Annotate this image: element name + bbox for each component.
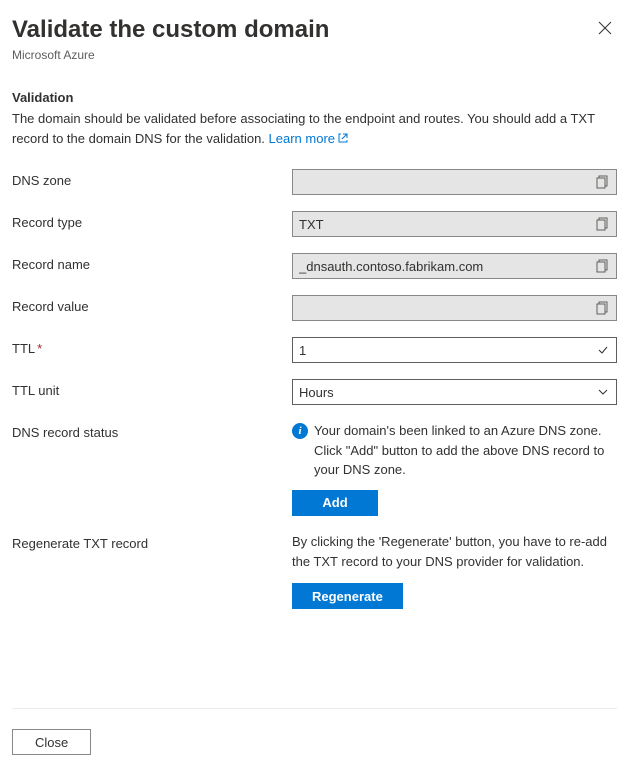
value-record-type: TXT [299, 217, 594, 232]
panel-header: Validate the custom domain [12, 16, 617, 44]
field-record-name: _dnsauth.contoso.fabrikam.com [292, 253, 617, 279]
row-ttl: TTL* 1 [12, 337, 617, 363]
panel-title: Validate the custom domain [12, 16, 329, 44]
row-dns-zone: DNS zone [12, 169, 617, 195]
field-ttl-unit[interactable]: Hours [292, 379, 617, 405]
row-record-type: Record type TXT [12, 211, 617, 237]
value-record-name: _dnsauth.contoso.fabrikam.com [299, 259, 594, 274]
value-ttl-unit: Hours [299, 385, 596, 400]
label-ttl: TTL* [12, 337, 292, 356]
label-ttl-text: TTL [12, 341, 35, 356]
row-regenerate: Regenerate TXT record By clicking the 'R… [12, 532, 617, 610]
learn-more-link[interactable]: Learn more [269, 131, 335, 146]
info-icon: i [292, 423, 308, 439]
field-ttl[interactable]: 1 [292, 337, 617, 363]
copy-icon[interactable] [594, 258, 610, 274]
regenerate-message: By clicking the 'Regenerate' button, you… [292, 532, 617, 574]
label-record-type: Record type [12, 211, 292, 230]
external-link-icon [337, 130, 349, 150]
row-record-name: Record name _dnsauth.contoso.fabrikam.co… [12, 253, 617, 279]
field-record-value [292, 295, 617, 321]
field-record-type: TXT [292, 211, 617, 237]
copy-icon[interactable] [594, 216, 610, 232]
panel-footer: Close [12, 708, 617, 755]
validation-description: The domain should be validated before as… [12, 109, 617, 149]
close-button[interactable]: Close [12, 729, 91, 755]
copy-icon[interactable] [594, 174, 610, 190]
add-button[interactable]: Add [292, 490, 378, 516]
copy-icon[interactable] [594, 300, 610, 316]
label-record-value: Record value [12, 295, 292, 314]
value-ttl: 1 [299, 343, 596, 358]
dns-status-text: Your domain's been linked to an Azure DN… [314, 421, 617, 480]
label-regenerate: Regenerate TXT record [12, 532, 292, 551]
row-ttl-unit: TTL unit Hours [12, 379, 617, 405]
validate-domain-panel: Validate the custom domain Microsoft Azu… [0, 0, 629, 771]
label-dns-record-status: DNS record status [12, 421, 292, 440]
dns-status-message: i Your domain's been linked to an Azure … [292, 421, 617, 480]
row-record-value: Record value [12, 295, 617, 321]
validation-heading: Validation [12, 90, 617, 105]
label-record-name: Record name [12, 253, 292, 272]
chevron-down-icon [596, 385, 610, 399]
check-icon [596, 343, 610, 357]
panel-subtitle: Microsoft Azure [12, 48, 617, 62]
row-dns-record-status: DNS record status i Your domain's been l… [12, 421, 617, 516]
regenerate-button[interactable]: Regenerate [292, 583, 403, 609]
required-indicator: * [37, 341, 42, 356]
label-ttl-unit: TTL unit [12, 379, 292, 398]
form-rows: DNS zone Record type TXT [12, 169, 617, 609]
close-icon[interactable] [593, 16, 617, 40]
field-dns-zone [292, 169, 617, 195]
label-dns-zone: DNS zone [12, 169, 292, 188]
